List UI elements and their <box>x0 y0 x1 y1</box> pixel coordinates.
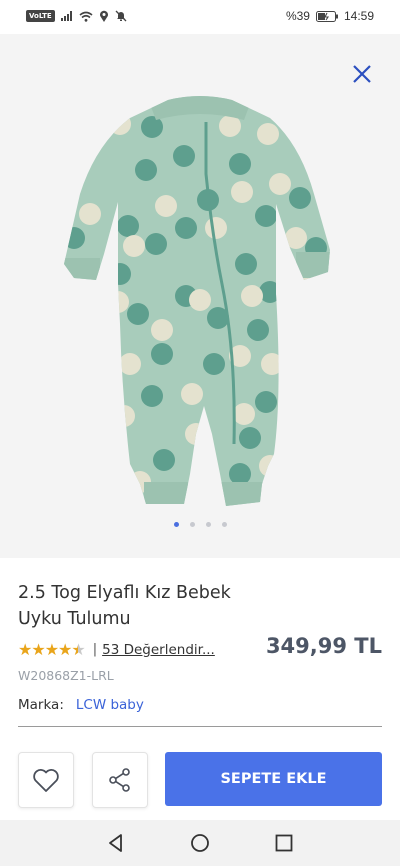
wifi-icon <box>79 11 93 22</box>
divider <box>18 726 382 727</box>
close-icon[interactable] <box>350 62 374 86</box>
action-bar: SEPETE EKLE <box>0 752 400 808</box>
share-icon <box>109 768 130 792</box>
triangle-back-icon[interactable] <box>104 831 128 855</box>
battery-percent: %39 <box>285 9 310 23</box>
product-price: 349,99 TL <box>265 634 382 658</box>
rating-row: ★★★★★ | 53 Değerlendir... <box>18 640 215 659</box>
product-sku: W20868Z1-LRL <box>18 668 114 683</box>
clock: 14:59 <box>343 9 374 23</box>
add-to-cart-button[interactable]: SEPETE EKLE <box>165 752 382 806</box>
reviews-link[interactable]: 53 Değerlendir... <box>102 642 215 658</box>
pagination-dot[interactable] <box>173 522 179 527</box>
favorite-button[interactable] <box>18 752 74 808</box>
status-bar: VoLTE %39 14:59 <box>0 0 400 34</box>
brand-label: Marka: <box>18 697 64 713</box>
brand-link[interactable]: LCW baby <box>76 697 144 713</box>
product-gallery[interactable] <box>0 34 400 558</box>
system-nav-bar <box>0 820 400 866</box>
pagination-dot[interactable] <box>221 522 227 527</box>
battery-icon <box>315 10 338 22</box>
status-icons-left: VoLTE <box>26 10 127 22</box>
square-recents-icon[interactable] <box>272 831 296 855</box>
rating-stars: ★★★★★ <box>18 640 86 659</box>
rating-separator: | <box>92 642 98 657</box>
status-icons-right: %39 14:59 <box>286 9 374 23</box>
gallery-pagination <box>0 522 400 527</box>
location-icon <box>99 10 108 22</box>
volte-badge: VoLTE <box>26 10 55 22</box>
product-image <box>64 96 330 506</box>
share-button[interactable] <box>92 752 148 808</box>
signal-icon <box>60 11 72 21</box>
circle-home-icon[interactable] <box>188 831 212 855</box>
pagination-dot[interactable] <box>189 522 195 527</box>
heart-icon <box>33 769 59 792</box>
brand-row: Marka: LCW baby <box>18 697 144 713</box>
mute-bell-icon <box>115 10 127 22</box>
product-title: 2.5 Tog Elyaflı Kız Bebek Uyku Tulumu <box>18 583 231 629</box>
pagination-dot[interactable] <box>205 522 211 527</box>
